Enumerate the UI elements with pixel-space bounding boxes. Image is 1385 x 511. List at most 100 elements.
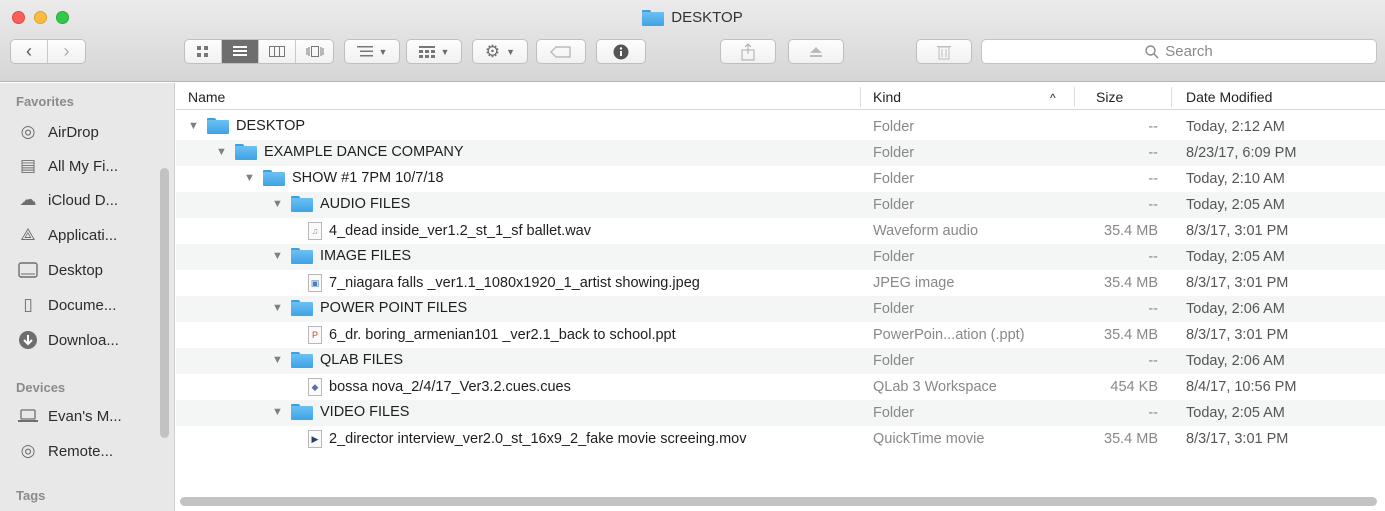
column-name[interactable]: Name [188,89,225,105]
folder-row[interactable]: ▼ SHOW #1 7PM 10/7/18 Folder -- Today, 2:10 … [176,166,1385,192]
row-size: 35.4 MB [1104,431,1158,447]
row-name: 6_dr. boring_armenian101 _ver2.1_back to… [329,327,676,343]
row-size: -- [1148,119,1158,135]
sidebar-item-evans-mac[interactable]: Evan's M... [18,404,122,428]
file-row[interactable]: ♫ 4_dead inside_ver1.2_st_1_sf ballet.wav… [176,218,1385,244]
folder-row[interactable]: ▼ AUDIO FILES Folder -- Today, 2:05 AM [176,192,1385,218]
disclosure-triangle-icon[interactable]: ▼ [216,146,228,158]
column-divider [860,87,861,107]
row-date-modified: Today, 2:05 AM [1186,405,1285,421]
coverflow-icon [306,46,323,57]
image-file-icon: ▣ [308,274,322,292]
icon-view-button[interactable] [185,40,222,63]
column-header: Name Kind ^ Size Date Modified [176,83,1385,110]
column-size[interactable]: Size [1096,89,1123,105]
sidebar-item-label: Remote... [48,442,114,460]
sidebar-item-label: iCloud D... [48,191,119,209]
folder-row[interactable]: ▼ EXAMPLE DANCE COMPANY Folder -- 8/23/17, 6… [176,140,1385,166]
horizontal-scrollbar[interactable] [180,497,1377,506]
disclosure-triangle-icon[interactable]: ▼ [272,354,284,366]
disclosure-triangle-icon[interactable]: ▼ [272,198,284,210]
row-name: 4_dead inside_ver1.2_st_1_sf ballet.wav [329,223,591,239]
window-title: DESKTOP [0,9,1385,26]
documents-icon: ▯ [23,295,33,314]
eject-icon [810,46,822,57]
row-name: bossa nova_2/4/17_Ver3.2.cues.cues [329,379,571,395]
sidebar: Favorites ◎ AirDrop ▤ All My Fi... ☁ iCl… [0,83,175,511]
trash-button[interactable] [916,39,972,64]
column-kind[interactable]: Kind [873,89,901,105]
column-divider [1171,87,1172,107]
column-view-button[interactable] [259,40,296,63]
file-row[interactable]: ▣ 7_niagara falls _ver1.1_1080x1920_1_art… [176,270,1385,296]
folder-row[interactable]: ▼ IMAGE FILES Folder -- Today, 2:05 AM [176,244,1385,270]
row-date-modified: Today, 2:06 AM [1186,301,1285,317]
chevron-left-icon: ‹ [26,41,32,61]
columns-icon [269,46,285,57]
disclosure-triangle-icon[interactable]: ▼ [272,406,284,418]
tags-button[interactable] [536,39,586,64]
list-view-button[interactable] [222,40,259,63]
back-forward-control: ‹ › [10,39,86,64]
title-toolbar: DESKTOP ‹ › ▼ ▼ ⚙ ▼ Search [0,0,1385,82]
tag-icon [550,45,571,58]
row-date-modified: 8/23/17, 6:09 PM [1186,145,1297,161]
sidebar-item-label: Evan's M... [48,407,122,425]
sidebar-item-applications[interactable]: ⟁ Applicati... [18,223,117,247]
share-button[interactable] [720,39,776,64]
folder-row[interactable]: ▼ POWER POINT FILES Folder -- Today, 2:06 AM [176,296,1385,322]
row-size: -- [1148,171,1158,187]
row-size: -- [1148,249,1158,265]
applications-icon: ⟁ [20,225,36,244]
row-kind: JPEG image [873,275,955,291]
back-button[interactable]: ‹ [11,40,49,63]
laptop-icon [18,406,38,426]
folder-row[interactable]: ▼ VIDEO FILES Folder -- Today, 2:05 AM [176,400,1385,426]
disclosure-triangle-icon[interactable]: ▼ [272,250,284,262]
file-row[interactable]: ◆ bossa nova_2/4/17_Ver3.2.cues.cues QLab … [176,374,1385,400]
sidebar-item-icloud-drive[interactable]: ☁ iCloud D... [18,188,119,212]
action-button[interactable]: ⚙ ▼ [472,39,528,64]
disc-icon: ◎ [20,441,36,460]
disclosure-triangle-icon[interactable]: ▼ [244,172,256,184]
forward-button[interactable]: › [48,40,85,63]
get-info-button[interactable] [596,39,646,64]
file-row[interactable]: ▶ 2_director interview_ver2.0_st_16x9_2_f… [176,426,1385,452]
search-field[interactable]: Search [981,39,1377,64]
row-name-cell: ▼ AUDIO FILES [272,196,410,212]
sidebar-item-airdrop[interactable]: ◎ AirDrop [18,120,99,144]
row-kind: QuickTime movie [873,431,985,447]
row-size: 35.4 MB [1104,327,1158,343]
audio-file-icon: ♫ [308,222,322,240]
sidebar-item-documents[interactable]: ▯ Docume... [18,293,116,317]
folder-row[interactable]: ▼ QLAB FILES Folder -- Today, 2:06 AM [176,348,1385,374]
list-icon [233,46,247,56]
share-icon [741,42,755,60]
search-placeholder: Search [1165,43,1213,60]
row-size: -- [1148,145,1158,161]
row-kind: Folder [873,353,915,369]
row-date-modified: 8/3/17, 3:01 PM [1186,327,1289,343]
row-kind: Folder [873,405,915,421]
sidebar-item-desktop[interactable]: Desktop [18,258,103,282]
sidebar-item-label: All My Fi... [48,157,118,175]
file-row[interactable]: P 6_dr. boring_armenian101 _ver2.1_back t… [176,322,1385,348]
eject-button[interactable] [788,39,844,64]
column-date-modified[interactable]: Date Modified [1186,89,1272,105]
sidebar-item-remote-disc[interactable]: ◎ Remote... [18,439,113,463]
folder-row[interactable]: ▼ DESKTOP Folder -- Today, 2:12 AM [176,114,1385,140]
coverflow-view-button[interactable] [296,40,333,63]
info-icon [613,44,629,59]
sidebar-item-all-my-files[interactable]: ▤ All My Fi... [18,154,118,178]
row-date-modified: Today, 2:12 AM [1186,119,1285,135]
arrange-button[interactable]: ▼ [344,39,400,64]
group-button[interactable]: ▼ [406,39,462,64]
sidebar-scrollbar[interactable] [160,168,169,438]
row-kind: Waveform audio [873,223,979,239]
disclosure-triangle-icon[interactable]: ▼ [188,120,200,132]
disclosure-triangle-icon[interactable]: ▼ [272,302,284,314]
row-name-cell: ▼ POWER POINT FILES [272,300,467,316]
sidebar-item-downloads[interactable]: Downloa... [18,328,119,352]
row-name: AUDIO FILES [320,196,411,212]
row-date-modified: 8/3/17, 3:01 PM [1186,223,1289,239]
